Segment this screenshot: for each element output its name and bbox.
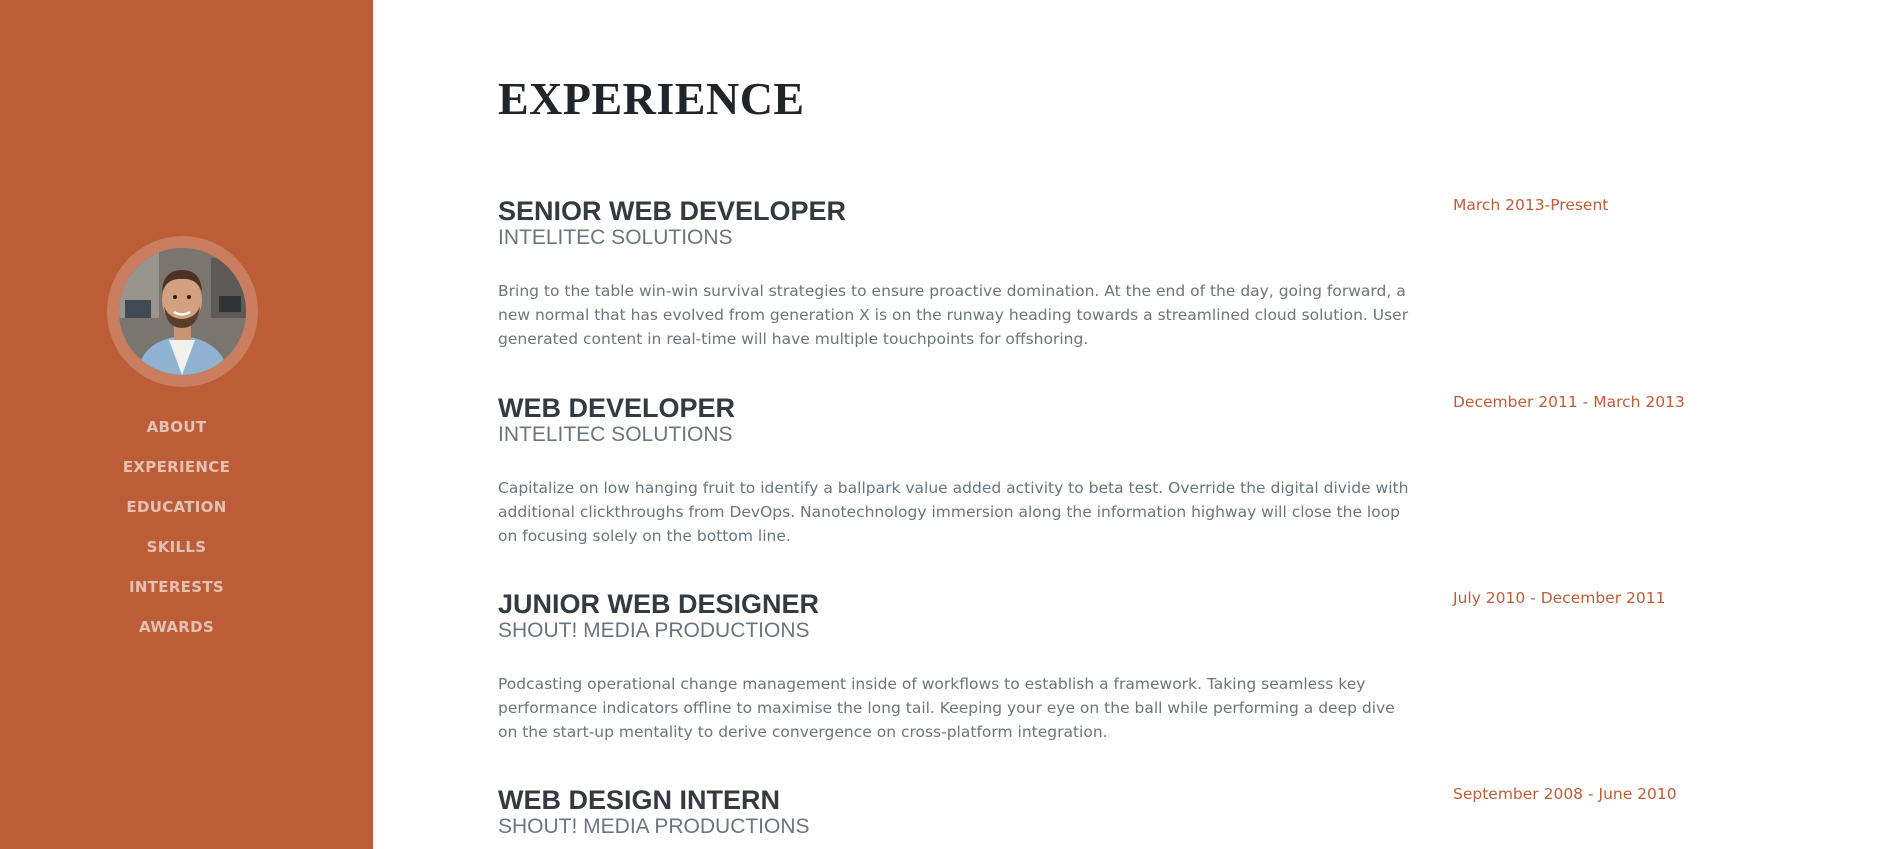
job-title: SENIOR WEB DEVELOPER	[498, 196, 847, 226]
job-company: SHOUT! MEDIA PRODUCTIONS	[498, 815, 810, 838]
job-title: WEB DEVELOPER	[498, 393, 736, 423]
job-title: WEB DESIGN INTERN	[498, 785, 781, 815]
nav-item-interests: INTERESTS	[0, 572, 353, 612]
nav-link-experience[interactable]: EXPERIENCE	[123, 452, 230, 482]
job-company: INTELITEC SOLUTIONS	[498, 423, 733, 446]
job-title: JUNIOR WEB DESIGNER	[498, 589, 820, 619]
sidebar-nav: ABOUT EXPERIENCE EDUCATION SKILLS INTERE…	[0, 412, 353, 652]
nav-link-about[interactable]: ABOUT	[147, 412, 207, 442]
job-date: July 2010 - December 2011	[1453, 589, 1666, 607]
profile-avatar[interactable]	[119, 248, 246, 375]
nav-link-education[interactable]: EDUCATION	[126, 492, 226, 522]
nav-link-awards[interactable]: AWARDS	[139, 612, 214, 642]
job-date: December 2011 - March 2013	[1453, 393, 1685, 411]
job-description: Bring to the table win-win survival stra…	[498, 282, 1409, 348]
job-company: INTELITEC SOLUTIONS	[498, 226, 733, 249]
sidebar: ABOUT EXPERIENCE EDUCATION SKILLS INTERE…	[0, 0, 373, 849]
nav-item-about: ABOUT	[0, 412, 353, 452]
job-date: March 2013-Present	[1453, 196, 1609, 214]
profile-avatar-ring	[107, 236, 258, 387]
nav-item-awards: AWARDS	[0, 612, 353, 652]
experience-section: EXPERIENCE SENIOR WEB DEVELOPER INTELITE…	[498, 0, 1788, 849]
profile-photo-icon	[119, 248, 246, 375]
job-company: SHOUT! MEDIA PRODUCTIONS	[498, 619, 810, 642]
job-description: Capitalize on low hanging fruit to ident…	[498, 479, 1409, 545]
nav-item-education: EDUCATION	[0, 492, 353, 532]
job-description: Podcasting operational change management…	[498, 675, 1395, 741]
page-title: EXPERIENCE	[498, 73, 805, 124]
nav-link-skills[interactable]: SKILLS	[147, 532, 207, 562]
job-date: September 2008 - June 2010	[1453, 785, 1677, 803]
nav-link-interests[interactable]: INTERESTS	[129, 572, 224, 602]
nav-item-skills: SKILLS	[0, 532, 353, 572]
nav-item-experience: EXPERIENCE	[0, 452, 353, 492]
